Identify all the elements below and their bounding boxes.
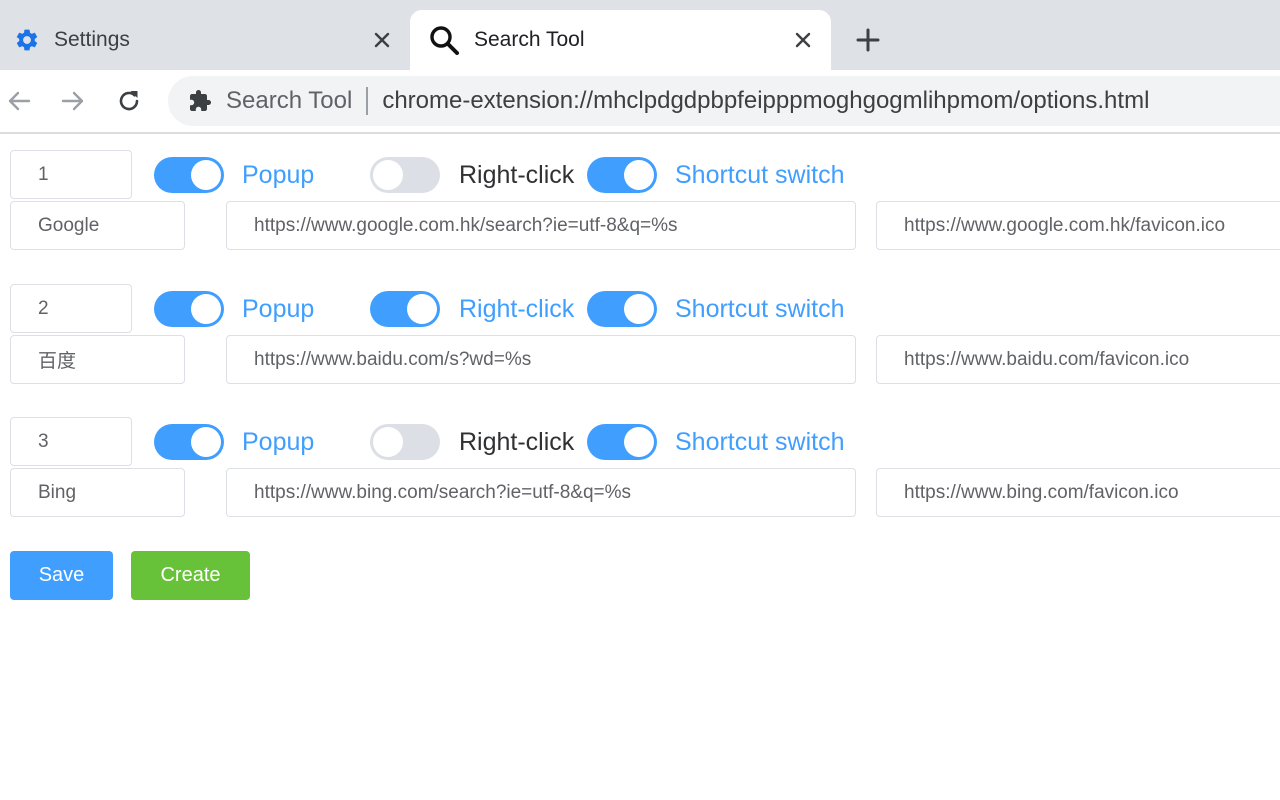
- url-text[interactable]: chrome-extension://mhclpdgdpbpfeipppmogh…: [382, 87, 1149, 115]
- close-icon[interactable]: [791, 28, 815, 52]
- name-input[interactable]: Bing: [10, 468, 185, 517]
- search-url-input[interactable]: https://www.bing.com/search?ie=utf-8&q=%…: [226, 468, 856, 517]
- switch-knob: [624, 294, 654, 324]
- popup-label: Popup: [242, 295, 315, 323]
- right-click-label: Right-click: [459, 161, 575, 189]
- right-click-label: Right-click: [459, 295, 575, 323]
- switch-knob: [624, 427, 654, 457]
- divider: [366, 87, 369, 115]
- tab-title: Search Tool: [474, 28, 585, 51]
- icon-url-input[interactable]: https://www.google.com.hk/favicon.ico: [876, 201, 1280, 250]
- switch-knob: [373, 160, 403, 190]
- order-input[interactable]: 1: [10, 150, 132, 199]
- tab-strip: Settings Search Tool: [0, 0, 1280, 70]
- engine-entry: 2 Popup Right-click Shortcut switch 百度 h…: [0, 268, 1280, 388]
- switch-knob: [373, 427, 403, 457]
- create-button[interactable]: Create: [131, 551, 250, 600]
- browser-toolbar: Search Tool chrome-extension://mhclpdgdp…: [0, 70, 1280, 134]
- popup-switch[interactable]: [154, 291, 224, 327]
- reload-icon[interactable]: [112, 84, 146, 118]
- popup-switch[interactable]: [154, 424, 224, 460]
- order-input[interactable]: 2: [10, 284, 132, 333]
- options-page: 1 Popup Right-click Shortcut switch Goog…: [0, 134, 1280, 800]
- close-icon[interactable]: [370, 28, 394, 52]
- search-icon: [428, 24, 460, 56]
- search-url-input[interactable]: https://www.baidu.com/s?wd=%s: [226, 335, 856, 384]
- shortcut-switch[interactable]: [587, 157, 657, 193]
- site-name: Search Tool: [226, 87, 353, 114]
- switch-knob: [191, 294, 221, 324]
- plus-icon[interactable]: [854, 26, 882, 54]
- switch-knob: [191, 160, 221, 190]
- tab-settings[interactable]: Settings: [0, 10, 410, 70]
- tab-search-tool[interactable]: Search Tool: [410, 10, 831, 70]
- order-input[interactable]: 3: [10, 417, 132, 466]
- shortcut-label: Shortcut switch: [675, 295, 845, 323]
- name-input[interactable]: Google: [10, 201, 185, 250]
- right-click-switch[interactable]: [370, 291, 440, 327]
- gear-icon: [14, 27, 40, 53]
- popup-switch[interactable]: [154, 157, 224, 193]
- switch-knob: [191, 427, 221, 457]
- icon-url-input[interactable]: https://www.bing.com/favicon.ico: [876, 468, 1280, 517]
- right-click-switch[interactable]: [370, 424, 440, 460]
- switch-knob: [407, 294, 437, 324]
- shortcut-label: Shortcut switch: [675, 161, 845, 189]
- save-button[interactable]: Save: [10, 551, 113, 600]
- name-input[interactable]: 百度: [10, 335, 185, 384]
- back-arrow-icon[interactable]: [2, 84, 36, 118]
- icon-url-input[interactable]: https://www.baidu.com/favicon.ico: [876, 335, 1280, 384]
- tab-title: Settings: [54, 28, 130, 51]
- shortcut-label: Shortcut switch: [675, 428, 845, 456]
- address-bar[interactable]: Search Tool chrome-extension://mhclpdgdp…: [168, 76, 1280, 126]
- right-click-switch[interactable]: [370, 157, 440, 193]
- popup-label: Popup: [242, 428, 315, 456]
- switch-knob: [624, 160, 654, 190]
- popup-label: Popup: [242, 161, 315, 189]
- engine-entry: 1 Popup Right-click Shortcut switch Goog…: [0, 134, 1280, 254]
- shortcut-switch[interactable]: [587, 291, 657, 327]
- puzzle-icon: [188, 89, 212, 113]
- search-url-input[interactable]: https://www.google.com.hk/search?ie=utf-…: [226, 201, 856, 250]
- engine-entry: 3 Popup Right-click Shortcut switch Bing…: [0, 401, 1280, 521]
- forward-arrow-icon[interactable]: [56, 84, 90, 118]
- right-click-label: Right-click: [459, 428, 575, 456]
- shortcut-switch[interactable]: [587, 424, 657, 460]
